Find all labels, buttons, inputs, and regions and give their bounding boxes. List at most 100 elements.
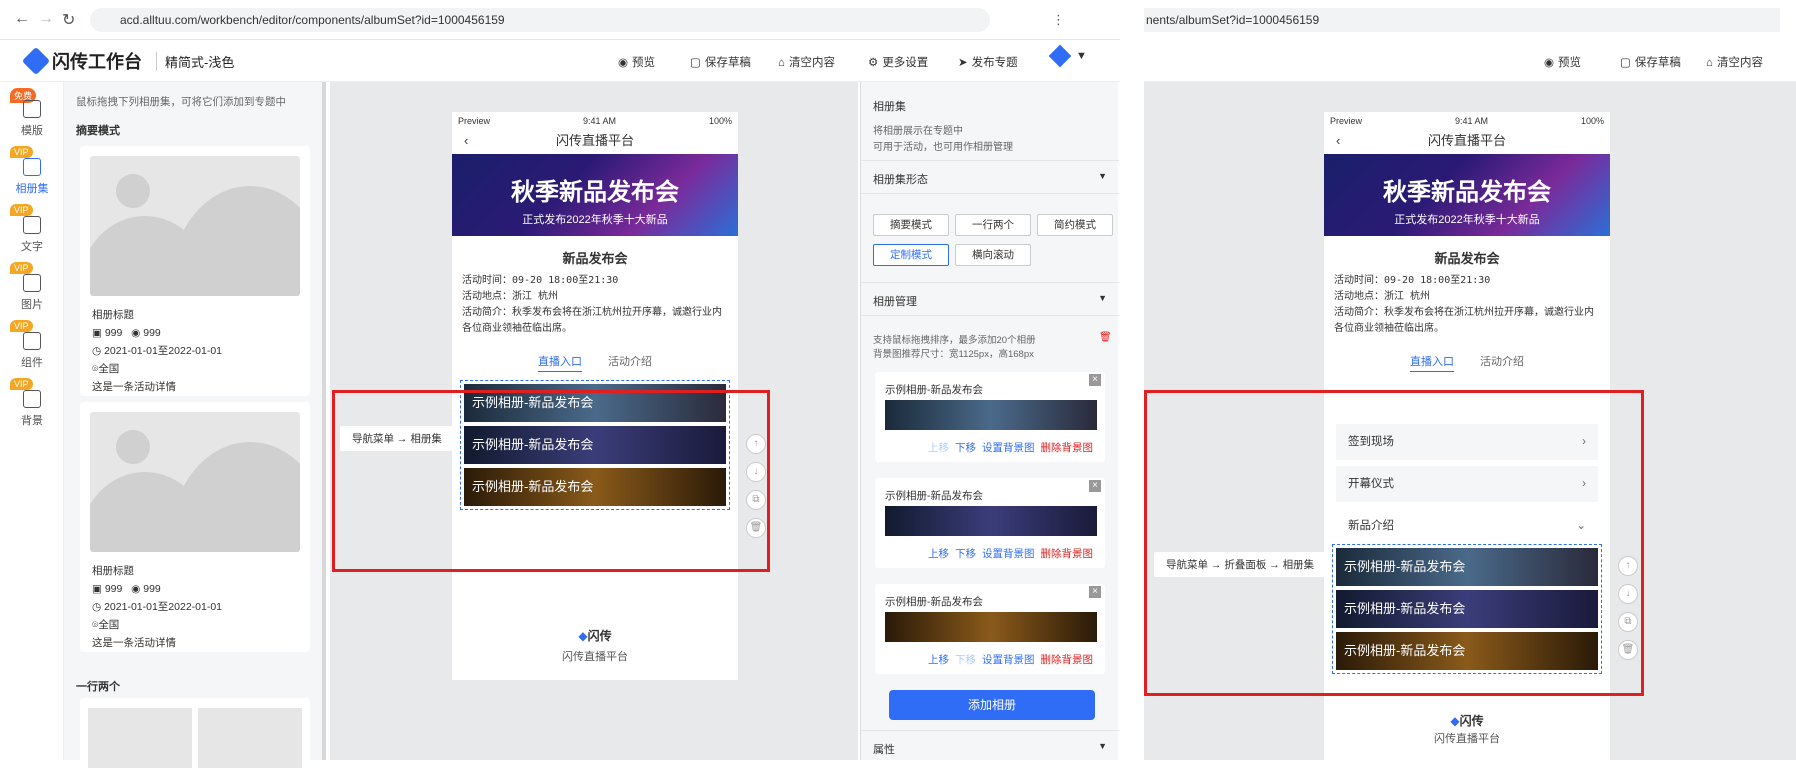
phone-tabs: 直播入口 活动介绍 — [1324, 353, 1610, 372]
clear-icon: ⌂ — [778, 57, 785, 69]
move-down-link[interactable]: 下移 — [955, 546, 976, 561]
move-down-link[interactable]: 下移 — [955, 652, 976, 667]
clear-content-button[interactable]: ⌂ 清空内容 — [778, 46, 835, 80]
reload-icon[interactable]: ↻ — [62, 10, 75, 30]
phone-nav-bar: ‹ 闪传直播平台 — [1324, 128, 1610, 154]
set-background-link[interactable]: 设置背景图 — [982, 652, 1035, 667]
properties-panel: 相册集 将相册展示在专题中 可用于活动，也可用作相册管理 相册集形态 ▼ 摘要模… — [860, 82, 1119, 760]
add-album-button[interactable]: 添加相册 — [889, 690, 1095, 720]
props-desc-2: 可用于活动，也可用作相册管理 — [873, 142, 1013, 153]
album-card[interactable]: 相册标题 ▣ 999 ◉ 999 ◷ 2021-01-01至2022-01-01… — [80, 402, 310, 652]
move-down-link[interactable]: 下移 — [955, 440, 976, 455]
sidebar-item-text[interactable]: 文字 — [0, 216, 64, 254]
album-card-desc: 这是一条活动详情 — [92, 637, 176, 649]
caret-down-icon: ▼ — [1098, 171, 1107, 181]
back-icon[interactable]: ← — [14, 10, 30, 28]
vip-badge: VIP — [10, 378, 33, 390]
event-title: 新品发布会 — [1434, 251, 1500, 266]
back-chevron-icon[interactable]: ‹ — [464, 128, 468, 154]
managed-album-card[interactable]: × 示例相册-新品发布会 上移 下移 设置背景图 删除背景图 — [875, 372, 1105, 462]
managed-album-card[interactable]: × 示例相册-新品发布会 上移 下移 设置背景图 删除背景图 — [875, 584, 1105, 674]
close-icon[interactable]: × — [1089, 480, 1101, 492]
eye-icon: ◉ — [131, 327, 141, 339]
address-bar-right[interactable]: nents/albumSet?id=1000456159 — [1144, 8, 1780, 32]
clear-content-button-right[interactable]: ⌂ 清空内容 — [1706, 46, 1763, 80]
mode-horizontal-scroll-button[interactable]: 横向滚动 — [955, 244, 1031, 266]
footer-logo: ◆闪传 — [1450, 714, 1484, 728]
move-up-link[interactable]: 上移 — [928, 440, 949, 455]
footer-name: 闪传直播平台 — [562, 651, 628, 663]
album-card-two[interactable] — [80, 698, 310, 768]
picture-icon — [23, 274, 41, 292]
caret-down-icon: ▼ — [1098, 293, 1107, 303]
event-title: 新品发布会 — [562, 251, 628, 266]
delete-background-link[interactable]: 删除背景图 — [1041, 652, 1094, 667]
forward-icon[interactable]: → — [38, 10, 54, 28]
managed-album-card[interactable]: × 示例相册-新品发布会 上移 下移 设置背景图 删除背景图 — [875, 478, 1105, 568]
save-draft-button[interactable]: ▢保存草稿保存于 15:09 — [690, 46, 760, 94]
close-icon[interactable]: × — [1089, 586, 1101, 598]
app-header-right: ◉预览 ▢保存草稿保存于 15:07 ⌂清空内容 — [1144, 40, 1796, 94]
album-thumbnail — [885, 612, 1097, 642]
back-chevron-icon[interactable]: ‹ — [1336, 128, 1340, 154]
mode-summary-button[interactable]: 摘要模式 — [873, 214, 949, 236]
mode-custom-button[interactable]: 定制模式 — [873, 244, 949, 266]
footer-logo: ◆闪传 — [578, 629, 612, 643]
tab-live-entry[interactable]: 直播入口 — [538, 353, 582, 372]
phone-banner: 秋季新品发布会 正式发布2022年秋季十大新品 — [452, 154, 738, 236]
close-icon[interactable]: × — [1089, 374, 1101, 386]
preview-button[interactable]: ◉ 预览 — [618, 46, 655, 80]
manage-hint-2: 背景图推荐尺寸：宽1125px，高168px — [873, 349, 1034, 360]
placeholder-image — [90, 412, 300, 552]
publish-button[interactable]: ➤ 发布专题 — [958, 46, 1018, 80]
photo-icon: ▣ — [92, 327, 102, 339]
album-card[interactable]: 相册标题 ▣ 999 ◉ 999 ◷ 2021-01-01至2022-01-01… — [80, 146, 310, 396]
sidebar-item-background[interactable]: 背景 — [0, 390, 64, 428]
delete-background-link[interactable]: 删除背景图 — [1041, 440, 1094, 455]
delete-background-link[interactable]: 删除背景图 — [1041, 546, 1094, 561]
tab-event-intro[interactable]: 活动介绍 — [608, 353, 652, 372]
tab-event-intro[interactable]: 活动介绍 — [1480, 353, 1524, 372]
form-section-header[interactable]: 相册集形态 ▼ — [861, 160, 1119, 194]
mode-heading-two: 一行两个 — [76, 681, 120, 693]
sidebar-item-image[interactable]: 图片 — [0, 274, 64, 312]
eye-icon: ◉ — [131, 583, 141, 595]
attr-section-header[interactable]: 属性 ▼ — [861, 730, 1119, 764]
vip-badge: VIP — [10, 146, 33, 158]
phone-tabs: 直播入口 活动介绍 — [452, 353, 738, 372]
album-thumbnail — [885, 506, 1097, 536]
manage-hint-1: 支持鼠标拖拽排序，最多添加20个相册 — [873, 335, 1036, 346]
sidebar-item-template[interactable]: 模版 — [0, 100, 64, 138]
trash-icon[interactable]: 🗑 — [1099, 332, 1112, 343]
vip-badge: VIP — [10, 320, 33, 332]
mode-two-per-row-button[interactable]: 一行两个 — [955, 214, 1031, 236]
sidebar-item-component[interactable]: 组件 — [0, 332, 64, 370]
preview-button-right[interactable]: ◉ 预览 — [1544, 46, 1581, 80]
browser-toolbar: ← → ↻ acd.alltuu.com/workbench/editor/co… — [0, 0, 1120, 40]
album-card-scope: ⌾全国 — [92, 363, 120, 375]
placeholder-image — [90, 156, 300, 296]
album-card-title: 相册标题 — [92, 565, 134, 577]
event-info: 活动时间：09-20 18:00至21:30 活动地点：浙江 杭州 活动简介：秋… — [462, 275, 722, 334]
save-icon: ▢ — [1620, 57, 1631, 69]
logo-icon — [21, 46, 51, 76]
sidebar-item-album-set[interactable]: 相册集 — [0, 158, 64, 196]
more-settings-button[interactable]: ⚙ 更多设置 — [868, 46, 928, 80]
account-menu[interactable]: ▼ — [1048, 44, 1087, 68]
mode-simple-button[interactable]: 简约模式 — [1037, 214, 1113, 236]
props-desc-1: 将相册展示在专题中 — [873, 126, 963, 137]
manage-section-header[interactable]: 相册管理 ▼ — [861, 282, 1119, 316]
move-up-link[interactable]: 上移 — [928, 652, 949, 667]
highlight-box — [332, 390, 770, 572]
highlight-box-right — [1144, 390, 1644, 696]
footer-name: 闪传直播平台 — [1434, 733, 1500, 745]
phone-status-bar: Preview 9:41 AM 100% — [1330, 116, 1604, 126]
move-up-link[interactable]: 上移 — [928, 546, 949, 561]
set-background-link[interactable]: 设置背景图 — [982, 440, 1035, 455]
address-bar[interactable]: acd.alltuu.com/workbench/editor/componen… — [90, 8, 990, 32]
menu-icon[interactable]: ⋮ — [1052, 12, 1065, 28]
template-icon — [23, 100, 41, 118]
set-background-link[interactable]: 设置背景图 — [982, 546, 1035, 561]
save-draft-button-right[interactable]: ▢保存草稿保存于 15:07 — [1620, 46, 1690, 94]
tab-live-entry[interactable]: 直播入口 — [1410, 353, 1454, 372]
